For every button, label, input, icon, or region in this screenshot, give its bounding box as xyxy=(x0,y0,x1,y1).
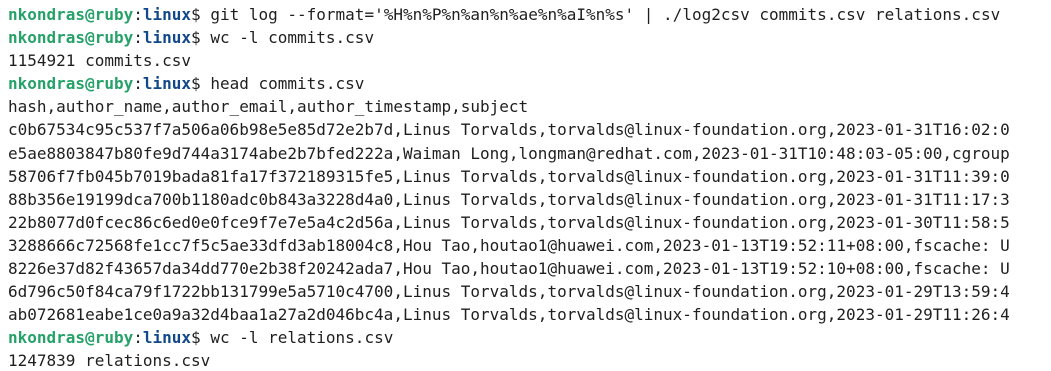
output-line: ab072681eabe1ce0a9a32d4baa1a27a2d046bc4a… xyxy=(8,305,1010,325)
prompt-separator: : xyxy=(133,74,143,94)
command-text: wc -l commits.csv xyxy=(210,28,375,48)
prompt-line: nkondras@ruby:linux$ wc -l commits.csv xyxy=(8,26,1051,49)
output-line: 58706f7fb045b7019bada81fa17f372189315fe5… xyxy=(8,166,1010,186)
output-line: 8226e37d82f43657da34dd770e2b38f20242ada7… xyxy=(8,259,1010,279)
prompt-symbol: $ xyxy=(191,328,211,348)
prompt-separator: : xyxy=(133,28,143,48)
prompt-user-host: nkondras@ruby xyxy=(8,5,134,24)
output-line: 22b8077d0fcec86c6ed0e0fce9f7e7e5a4c2d56a… xyxy=(8,212,1010,232)
prompt-symbol: $ xyxy=(191,74,211,94)
command-text: wc -l relations.csv xyxy=(210,328,394,348)
command-text: git log --format='%H%n%P%n%an%n%ae%n%aI%… xyxy=(210,5,1001,24)
output-line: 1154921 commits.csv xyxy=(8,51,192,71)
prompt-line: nkondras@ruby:linux$ head commits.csv xyxy=(8,72,1051,95)
prompt-user-host: nkondras@ruby xyxy=(8,328,134,348)
output-line: 6d796c50f84ca79f1722bb131799e5a5710c4700… xyxy=(8,282,1010,302)
command-text: head commits.csv xyxy=(210,74,365,94)
output-line: hash,author_name,author_email,author_tim… xyxy=(8,97,529,117)
prompt-line: nkondras@ruby:linux$ wc -l relations.csv xyxy=(8,326,1051,349)
prompt-cwd: linux xyxy=(142,74,192,94)
terminal-window[interactable]: nkondras@ruby:linux$ git log --format='%… xyxy=(0,0,1051,371)
prompt-cwd: linux xyxy=(142,328,192,348)
output-line: 88b356e19199dca700b1180adc0b843a3228d4a0… xyxy=(8,189,1010,209)
prompt-line: nkondras@ruby:linux$ git log --format='%… xyxy=(8,3,1051,26)
prompt-cwd: linux xyxy=(142,28,192,48)
output-line: c0b67534c95c537f7a506a06b98e5e85d72e2b7d… xyxy=(8,120,1010,140)
prompt-user-host: nkondras@ruby xyxy=(8,74,134,94)
output-line: 3288666c72568fe1cc7f5c5ae33dfd3ab18004c8… xyxy=(8,235,1010,255)
output-line: 1247839 relations.csv xyxy=(8,351,211,371)
prompt-user-host: nkondras@ruby xyxy=(8,28,134,48)
output-line: e5ae8803847b80fe9d744a3174abe2b7bfed222a… xyxy=(8,143,1010,163)
prompt-separator: : xyxy=(133,5,143,24)
prompt-separator: : xyxy=(133,328,143,348)
prompt-symbol: $ xyxy=(191,28,211,48)
prompt-symbol: $ xyxy=(191,5,211,24)
prompt-cwd: linux xyxy=(142,5,192,24)
